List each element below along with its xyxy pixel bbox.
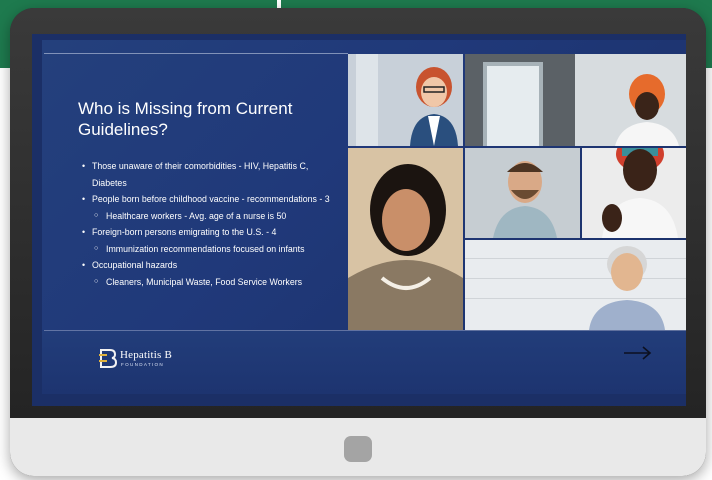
photo-window-room [465, 54, 686, 146]
sub-bullet-item: Immunization recommendations focused on … [82, 241, 342, 258]
bullet-item: People born before childhood vaccine - r… [82, 191, 342, 208]
bullet-item: Occupational hazards [82, 257, 342, 274]
sub-bullet-item: Healthcare workers - Avg. age of a nurse… [82, 208, 342, 225]
photo-woman-glasses [348, 54, 463, 146]
photo-older-man [465, 240, 686, 330]
photo-man-beard [465, 148, 580, 238]
monitor-frame: Who is Missing from Current Guidelines? … [10, 8, 706, 476]
arrow-right-icon[interactable] [622, 345, 654, 361]
sub-bullet-item: Cleaners, Municipal Waste, Food Service … [82, 274, 342, 291]
presentation-slide: Who is Missing from Current Guidelines? … [42, 40, 686, 394]
bullet-item: Those unaware of their comorbidities - H… [82, 158, 342, 191]
logo-name: Hepatitis B [120, 349, 173, 361]
monitor-screen: Who is Missing from Current Guidelines? … [32, 34, 686, 406]
hepatitis-b-foundation-logo: Hepatitis B FOUNDATION [98, 345, 218, 375]
logo-b-icon [99, 349, 118, 368]
home-button[interactable] [344, 436, 372, 462]
slide-title: Who is Missing from Current Guidelines? [78, 99, 293, 139]
logo-subtitle: FOUNDATION [121, 362, 165, 367]
bullet-item: Foreign-born persons emigrating to the U… [82, 224, 342, 241]
slide-bullet-list: Those unaware of their comorbidities - H… [82, 158, 342, 290]
photo-woman-pearls [348, 148, 463, 330]
slide-top-rule [44, 53, 348, 54]
photo-woman-headwrap [582, 148, 686, 238]
